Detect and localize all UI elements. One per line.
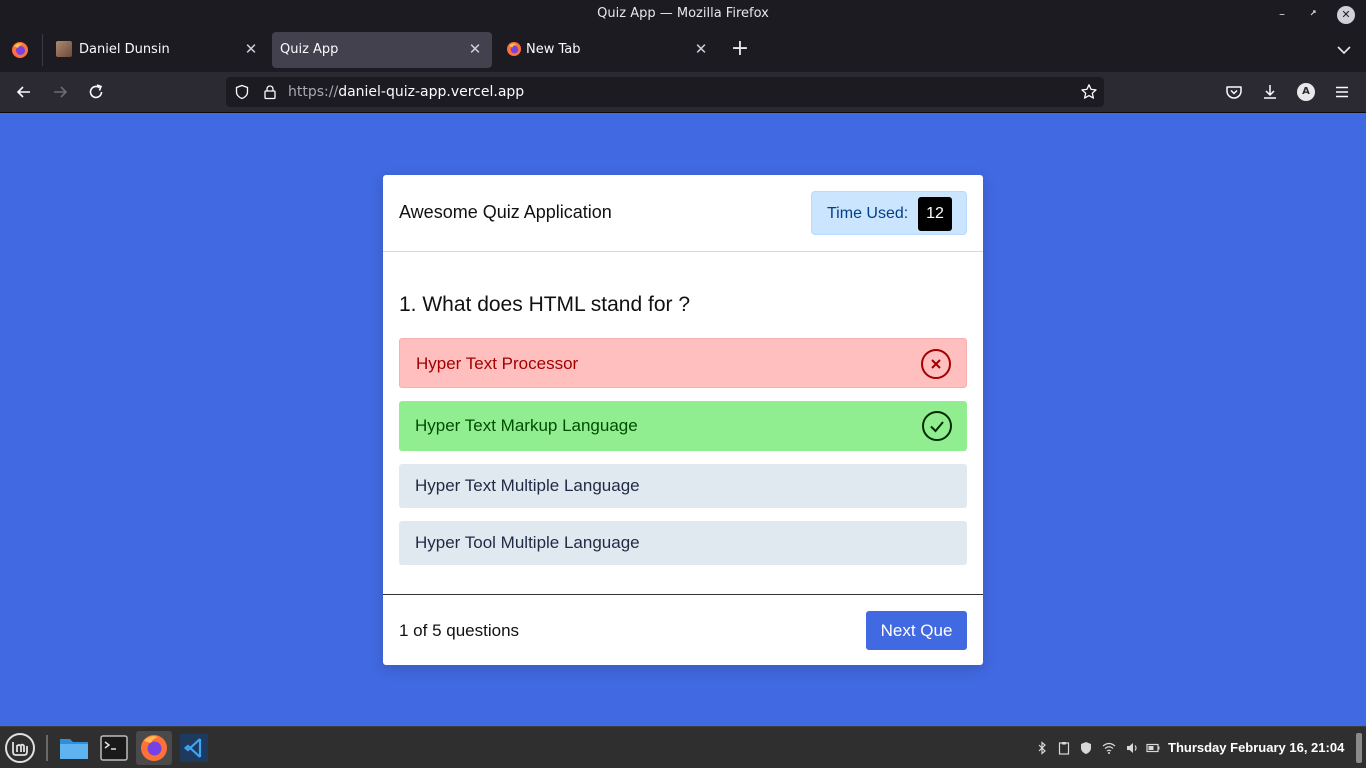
timer-value: 12 — [918, 197, 952, 231]
reload-icon[interactable] — [86, 82, 106, 102]
firefox-icon[interactable] — [10, 40, 30, 60]
tab-label: New Tab — [526, 42, 581, 57]
chevron-down-icon[interactable] — [1334, 40, 1354, 60]
window-title: Quiz App — Mozilla Firefox — [597, 6, 769, 21]
time-used-box: Time Used: 12 — [811, 191, 967, 235]
question-text: 1. What does HTML stand for ? — [399, 293, 691, 316]
option-item[interactable]: Hyper Text Multiple Language — [399, 464, 967, 508]
window-titlebar: Quiz App — Mozilla Firefox – ✕ — [0, 0, 1366, 28]
tab-quiz-app[interactable]: Quiz App ✕ — [272, 32, 492, 68]
battery-icon[interactable] — [1146, 741, 1160, 755]
firefox-icon[interactable] — [136, 731, 172, 765]
hamburger-menu-icon[interactable] — [1332, 82, 1352, 102]
tab-close-icon[interactable]: ✕ — [692, 40, 710, 58]
terminal-icon[interactable] — [96, 731, 132, 765]
tab-daniel-dunsin[interactable]: Daniel Dunsin ✕ — [46, 32, 268, 68]
tab-new-tab[interactable]: New Tab ✕ — [496, 32, 718, 68]
tab-close-icon[interactable]: ✕ — [242, 40, 260, 58]
quiz-header: Awesome Quiz Application Time Used: 12 — [383, 175, 983, 252]
option-correct[interactable]: Hyper Text Markup Language — [399, 401, 967, 451]
window-close-button[interactable]: ✕ — [1336, 4, 1356, 24]
app-title: Awesome Quiz Application — [399, 202, 612, 222]
option-item[interactable]: Hyper Tool Multiple Language — [399, 521, 967, 565]
option-label: Hyper Text Multiple Language — [415, 476, 640, 495]
bookmark-star-icon[interactable] — [1080, 83, 1098, 101]
restore-icon[interactable] — [1304, 4, 1324, 24]
folder-icon[interactable] — [56, 731, 92, 765]
option-label: Hyper Text Markup Language — [415, 416, 638, 435]
next-question-button[interactable]: Next Que — [866, 611, 967, 650]
back-arrow-icon[interactable] — [14, 82, 34, 102]
url-bar[interactable]: https://daniel-quiz-app.vercel.app — [226, 77, 1104, 107]
tab-label: Daniel Dunsin — [79, 42, 170, 57]
download-icon[interactable] — [1260, 82, 1280, 102]
question-progress: 1 of 5 questions — [399, 621, 520, 640]
update-shield-icon[interactable] — [1079, 741, 1093, 755]
tab-strip: Daniel Dunsin ✕ Quiz App ✕ New Tab ✕ + — [0, 28, 1366, 72]
profile-avatar-icon — [56, 41, 72, 57]
option-incorrect[interactable]: Hyper Text Processor — [399, 338, 967, 388]
cross-circle-icon — [921, 349, 951, 379]
check-circle-icon — [922, 411, 952, 441]
wifi-icon[interactable] — [1102, 741, 1116, 755]
url-scheme: https:// — [288, 84, 339, 100]
taskbar: Thursday February 16, 21:04 — [0, 726, 1366, 768]
account-avatar-icon[interactable]: A — [1297, 83, 1315, 101]
mint-menu-icon[interactable] — [2, 731, 38, 765]
firefox-icon — [507, 42, 521, 56]
close-icon: ✕ — [1337, 6, 1355, 24]
tab-label: Quiz App — [280, 42, 339, 57]
tracking-protection-shield-icon[interactable] — [234, 84, 250, 100]
lock-icon[interactable] — [262, 84, 278, 100]
url-host: daniel-quiz-app.vercel.app — [338, 84, 525, 100]
page-content: Awesome Quiz Application Time Used: 12 1… — [0, 113, 1366, 726]
timer-label: Time Used: — [827, 205, 909, 222]
clipboard-icon[interactable] — [1057, 741, 1071, 755]
option-label: Hyper Tool Multiple Language — [415, 533, 640, 552]
tab-separator — [42, 34, 43, 66]
new-tab-button[interactable]: + — [728, 38, 752, 62]
volume-icon[interactable] — [1125, 741, 1139, 755]
taskbar-separator — [46, 735, 48, 761]
quiz-footer: 1 of 5 questions Next Que — [383, 594, 983, 665]
url-text[interactable]: https://daniel-quiz-app.vercel.app — [288, 84, 524, 100]
tab-close-icon[interactable]: ✕ — [466, 40, 484, 58]
pocket-icon[interactable] — [1224, 82, 1244, 102]
option-label: Hyper Text Processor — [416, 354, 579, 373]
taskbar-clock[interactable]: Thursday February 16, 21:04 — [1168, 740, 1344, 755]
navigation-toolbar: https://daniel-quiz-app.vercel.app A — [0, 72, 1366, 113]
quiz-card: Awesome Quiz Application Time Used: 12 1… — [383, 175, 983, 665]
vscode-icon[interactable] — [176, 731, 212, 765]
show-desktop-button[interactable] — [1356, 733, 1362, 763]
plus-icon: + — [730, 36, 750, 61]
bluetooth-icon[interactable] — [1035, 741, 1049, 755]
forward-arrow-icon[interactable] — [50, 82, 70, 102]
minimize-icon[interactable]: – — [1272, 4, 1292, 24]
